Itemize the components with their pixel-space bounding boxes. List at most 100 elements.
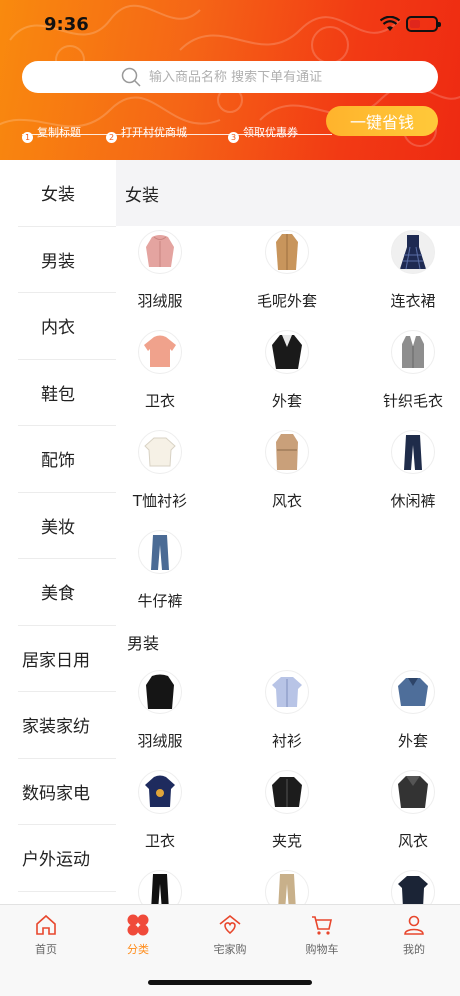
blue-shirt-icon [265, 670, 309, 714]
grey-knit-vest-icon [391, 330, 435, 374]
category-icon [127, 914, 149, 936]
category-tile[interactable]: 夹克 [232, 766, 342, 866]
jeans-icon [138, 530, 182, 574]
sidebar-item-mens[interactable]: 男装 [18, 227, 116, 293]
tab-stay-home-shopping[interactable]: 宅家购 [184, 911, 276, 967]
product-row: 卫衣 外套 针织毛衣 [116, 326, 460, 426]
search-input[interactable] [149, 69, 339, 85]
black-down-jacket-icon [138, 670, 182, 714]
sidebar-item-label: 男装 [41, 251, 75, 272]
dark-sweater-icon [391, 870, 435, 904]
category-tile[interactable]: 卫衣 [116, 766, 215, 866]
tile-label: 羽绒服 [137, 732, 183, 750]
home-icon [36, 914, 56, 935]
sidebar-item-label: 户外运动 [22, 850, 90, 871]
camel-wool-coat-icon [265, 230, 309, 274]
category-tile[interactable]: 羽绒服 [116, 226, 215, 326]
tile-label: 羽绒服 [137, 292, 183, 310]
tile-label: 外套 [271, 392, 302, 410]
category-tile[interactable]: 牛仔裤 [116, 526, 215, 626]
tile-label: 休闲裤 [390, 492, 436, 510]
sidebar-item-label: 美妆 [41, 517, 75, 538]
tile-label: 外套 [397, 732, 428, 750]
sidebar-item-household[interactable]: 居家日用 [18, 626, 116, 692]
sidebar-item-outdoor[interactable]: 户外运动 [18, 825, 116, 892]
search-bar[interactable] [22, 61, 438, 93]
category-tile[interactable]: 针织毛衣 [358, 326, 460, 426]
khaki-pants-icon [265, 870, 309, 904]
sidebar-item-food[interactable]: 美食 [18, 559, 116, 626]
step-copy-title: 1 复制标题 [22, 120, 81, 143]
pink-down-jacket-icon [138, 230, 182, 274]
step-number: 2 [106, 132, 117, 143]
tile-label: 夹克 [271, 832, 302, 850]
sidebar-item-accessories[interactable]: 配饰 [18, 426, 116, 493]
category-tile[interactable]: 风衣 [232, 426, 342, 526]
product-row: 羽绒服 衬衫 外套 [116, 666, 460, 766]
white-shirt-icon [138, 430, 182, 474]
tab-profile[interactable]: 我的 [368, 911, 460, 967]
sidebar-item-womens[interactable]: 女装 [18, 160, 116, 227]
category-tile[interactable]: 风衣 [358, 766, 460, 866]
category-tile[interactable]: 卫衣 [116, 326, 215, 426]
status-time: 9:36 [44, 14, 89, 35]
tab-home[interactable]: 首页 [0, 911, 92, 967]
category-tile[interactable]: 衬衫 [232, 666, 342, 766]
navy-hoodie-icon [138, 770, 182, 814]
content-header: 女装 [116, 160, 460, 226]
category-tile[interactable] [358, 866, 460, 904]
sidebar-item-label: 美食 [41, 584, 75, 605]
status-bar: 9:36 [0, 0, 460, 52]
tile-label: 风衣 [397, 832, 428, 850]
tab-category[interactable]: 分类 [92, 911, 184, 967]
tile-label: T恤衬衫 [132, 492, 188, 510]
step-label: 领取优惠券 [243, 125, 298, 139]
product-row: T恤衬衫 风衣 休闲裤 [116, 426, 460, 526]
category-tile[interactable] [116, 866, 215, 904]
category-tile[interactable] [232, 866, 342, 904]
tab-label: 购物车 [305, 943, 339, 956]
product-row: 羽绒服 毛呢外套 连衣裙 [116, 226, 460, 326]
product-row [116, 866, 460, 904]
category-tile[interactable]: 外套 [358, 666, 460, 766]
home-indicator [148, 980, 312, 985]
step-number: 3 [228, 132, 239, 143]
category-tile[interactable]: 羽绒服 [116, 666, 215, 766]
product-row: 卫衣 夹克 风衣 [116, 766, 460, 866]
header-banner: 9:36 1 复制标题 2 打开村优商城 3 领取优惠券 一键省钱 [0, 0, 460, 160]
sidebar-item-label: 家装家纺 [22, 717, 90, 738]
guide-steps: 1 复制标题 2 打开村优商城 3 领取优惠券 [22, 118, 332, 143]
category-tile[interactable]: T恤衬衫 [116, 426, 215, 526]
sidebar-item-digital[interactable]: 数码家电 [18, 759, 116, 825]
sidebar-item-label: 女装 [41, 185, 75, 206]
sidebar-item-shoes-bags[interactable]: 鞋包 [18, 360, 116, 426]
category-tile[interactable]: 连衣裙 [358, 226, 460, 326]
sidebar-item-underwear[interactable]: 内衣 [18, 293, 116, 360]
step-label: 打开村优商城 [121, 125, 187, 139]
tab-label: 分类 [127, 943, 149, 956]
house-heart-icon [219, 914, 241, 935]
tab-cart[interactable]: 购物车 [276, 911, 368, 967]
step-label: 复制标题 [37, 125, 81, 139]
sidebar-item-home-textile[interactable]: 家装家纺 [18, 692, 116, 759]
category-tile[interactable]: 休闲裤 [358, 426, 460, 526]
step-number: 1 [22, 132, 33, 143]
one-click-save-button[interactable]: 一键省钱 [326, 106, 438, 136]
category-tile[interactable]: 外套 [232, 326, 342, 426]
black-pants-icon [138, 870, 182, 904]
sidebar-item-label: 配饰 [41, 451, 75, 472]
sidebar-item-label: 居家日用 [22, 650, 90, 671]
tile-label: 针织毛衣 [382, 392, 443, 410]
black-jacket-icon [265, 330, 309, 374]
content-header-title: 女装 [125, 185, 159, 206]
tile-label: 卫衣 [144, 392, 175, 410]
sidebar-item-label: 内衣 [41, 318, 75, 339]
product-row: 牛仔裤 [116, 526, 460, 626]
dark-coat-icon [391, 770, 435, 814]
tile-label: 牛仔裤 [137, 592, 183, 610]
category-tile[interactable]: 毛呢外套 [232, 226, 342, 326]
trench-coat-icon [265, 430, 309, 474]
battery-icon [406, 16, 441, 32]
cart-icon [312, 916, 332, 935]
sidebar-item-beauty[interactable]: 美妆 [18, 493, 116, 559]
